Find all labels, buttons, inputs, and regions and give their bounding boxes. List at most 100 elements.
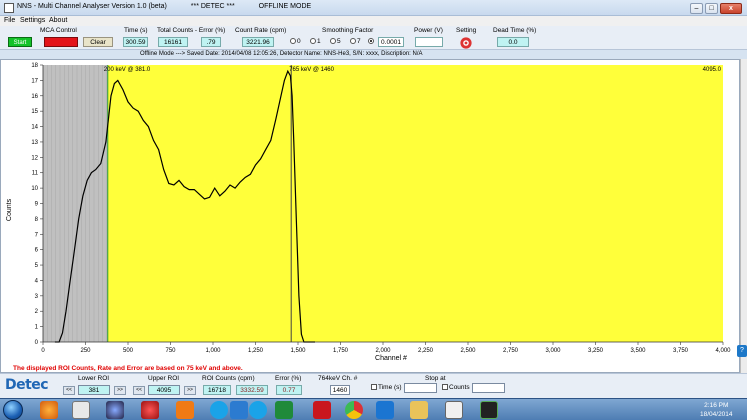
excel-icon[interactable] (275, 401, 293, 419)
power-label: Power (V) (414, 27, 443, 34)
checkbox-label: Counts (449, 384, 470, 391)
right-cursor-label: 765 keV @ 1460 (289, 67, 334, 73)
teamviewer-icon[interactable] (376, 401, 394, 419)
folder-icon[interactable] (410, 401, 428, 419)
detec-logo: Detec (5, 377, 49, 393)
x-tick-label: 4,000 (715, 348, 731, 354)
media-icon[interactable] (106, 401, 124, 419)
clock[interactable]: 2:16 PM 18/04/2014 (700, 401, 733, 419)
spectrum-chart[interactable]: 01234567891011121314151617180 250 500 750 1,… (1, 60, 741, 374)
y-tick-label: 2 (35, 309, 39, 315)
brand-text: *** DETEC *** (190, 3, 235, 10)
menu-settings[interactable]: Settings (20, 17, 45, 24)
skype-icon-2[interactable] (249, 401, 267, 419)
radio-dot (330, 38, 336, 44)
smoothing-option-label: 0 (297, 38, 301, 45)
smoothing-option-0[interactable]: 0 (290, 38, 301, 45)
x-tick-label: 3,250 (588, 348, 604, 354)
upper-roi-dec-button[interactable]: << (133, 386, 145, 395)
app-icon (4, 3, 14, 13)
time-value: 300.59 (123, 37, 148, 47)
total-counts-value: 16161 (158, 37, 188, 47)
y-tick-label: 9 (35, 202, 39, 208)
x-tick-label: 2,000 (375, 348, 391, 354)
chrome-icon[interactable] (345, 401, 363, 419)
upper-roi-inc-button[interactable]: >> (184, 386, 196, 395)
minimize-button[interactable]: – (690, 3, 703, 14)
lower-roi-value[interactable]: 381 (78, 385, 110, 395)
pin-icon[interactable] (141, 401, 159, 419)
y-tick-label: 16 (31, 94, 38, 100)
y-tick-label: 10 (31, 186, 38, 192)
checkbox-label: Time (s) (378, 384, 402, 391)
y-tick-label: 4 (35, 278, 39, 284)
help-icon[interactable]: ? (737, 345, 747, 357)
x-tick-label: 1,500 (290, 348, 306, 354)
close-button[interactable]: x (720, 3, 742, 14)
y-tick-label: 15 (31, 109, 38, 115)
smoothing-option-custom[interactable] (368, 38, 375, 45)
stop-button[interactable] (44, 37, 78, 47)
start-button[interactable]: Start (8, 37, 32, 47)
upper-roi-value[interactable]: 4095 (148, 385, 180, 395)
smoothing-option-1[interactable]: 1 (310, 38, 321, 45)
radio-dot (350, 38, 356, 44)
pdf-icon[interactable] (313, 401, 331, 419)
total-error-value: .79 (201, 37, 221, 47)
play-icon[interactable] (176, 401, 194, 419)
window-title: NNS - Multi Channel Analyser Version 1.0… (17, 3, 311, 10)
count-rate-label: Count Rate (cpm) (235, 27, 287, 34)
y-tick-label: 17 (31, 78, 38, 84)
app-blue-icon[interactable] (230, 401, 248, 419)
window-title-text: NNS - Multi Channel Analyser Version 1.0… (17, 3, 167, 10)
roi-counts-label: ROI Counts (202, 375, 236, 382)
menu-bar: File Settings About (0, 16, 747, 26)
total-counts-label: Total Counts - Error (%) (157, 27, 226, 34)
taskbar: 2:16 PM 18/04/2014 (0, 398, 747, 420)
channel-value[interactable]: 1460 (330, 385, 350, 395)
roi-cpm-value: 3332.59 (236, 385, 268, 395)
smoothing-value[interactable]: 0.0001 (378, 37, 404, 47)
status-line: Offline Mode ---> Saved Date: 2014/04/08… (0, 51, 747, 59)
x-tick-label: 0 (41, 348, 45, 354)
clear-button[interactable]: Clear (83, 37, 113, 47)
left-cursor-label: 200 keV @ 381.0 (104, 67, 151, 73)
dead-time-value: 0.0 (497, 37, 529, 47)
smoothing-label: Smoothing Factor (322, 27, 374, 34)
start-button-orb[interactable] (3, 400, 23, 420)
menu-file[interactable]: File (4, 17, 15, 24)
radio-dot (290, 38, 296, 44)
smoothing-option-7[interactable]: 7 (350, 38, 361, 45)
gear-icon[interactable] (459, 36, 473, 50)
lower-roi-dec-button[interactable]: << (63, 386, 75, 395)
menu-about[interactable]: About (49, 17, 67, 24)
firefox-icon[interactable] (40, 401, 58, 419)
explorer-icon[interactable] (445, 401, 463, 419)
y-tick-label: 18 (31, 63, 38, 69)
checkbox-box (371, 384, 377, 390)
stop-counts-field[interactable] (472, 383, 505, 393)
lower-roi-inc-button[interactable]: >> (114, 386, 126, 395)
side-scrollbar[interactable] (740, 59, 747, 373)
dead-time-label: Dead Time (%) (493, 27, 537, 34)
checkbox-box (442, 384, 448, 390)
spectrum-plot[interactable]: 0 1 2 3 4 5 6 7 8 9 10 11 12 13 14 15 16 17 18 0 250 500 750 1,… (0, 59, 740, 373)
status-text: Offline Mode ---> Saved Date: 2014/04/08… (140, 51, 423, 57)
x-tick-label: 3,750 (673, 348, 689, 354)
stop-time-field[interactable] (404, 383, 437, 393)
x-tick-label: 1,250 (248, 348, 264, 354)
monitor-icon[interactable] (480, 401, 498, 419)
stop-time-checkbox[interactable]: Time (s) (371, 384, 402, 391)
smoothing-option-5[interactable]: 5 (330, 38, 341, 45)
smoothing-option-label: 1 (317, 38, 321, 45)
y-tick-label: 8 (35, 217, 39, 223)
app-icon[interactable] (72, 401, 90, 419)
x-tick-label: 2,500 (460, 348, 476, 354)
mca-control-label: MCA Control (40, 27, 77, 34)
skype-icon[interactable] (210, 401, 228, 419)
roi-counts-value: 16718 (203, 385, 231, 395)
stop-counts-checkbox[interactable]: Counts (442, 384, 470, 391)
y-tick-label: 5 (35, 263, 39, 269)
maximize-button[interactable]: □ (705, 3, 718, 14)
time-label: Time (s) (124, 27, 148, 34)
